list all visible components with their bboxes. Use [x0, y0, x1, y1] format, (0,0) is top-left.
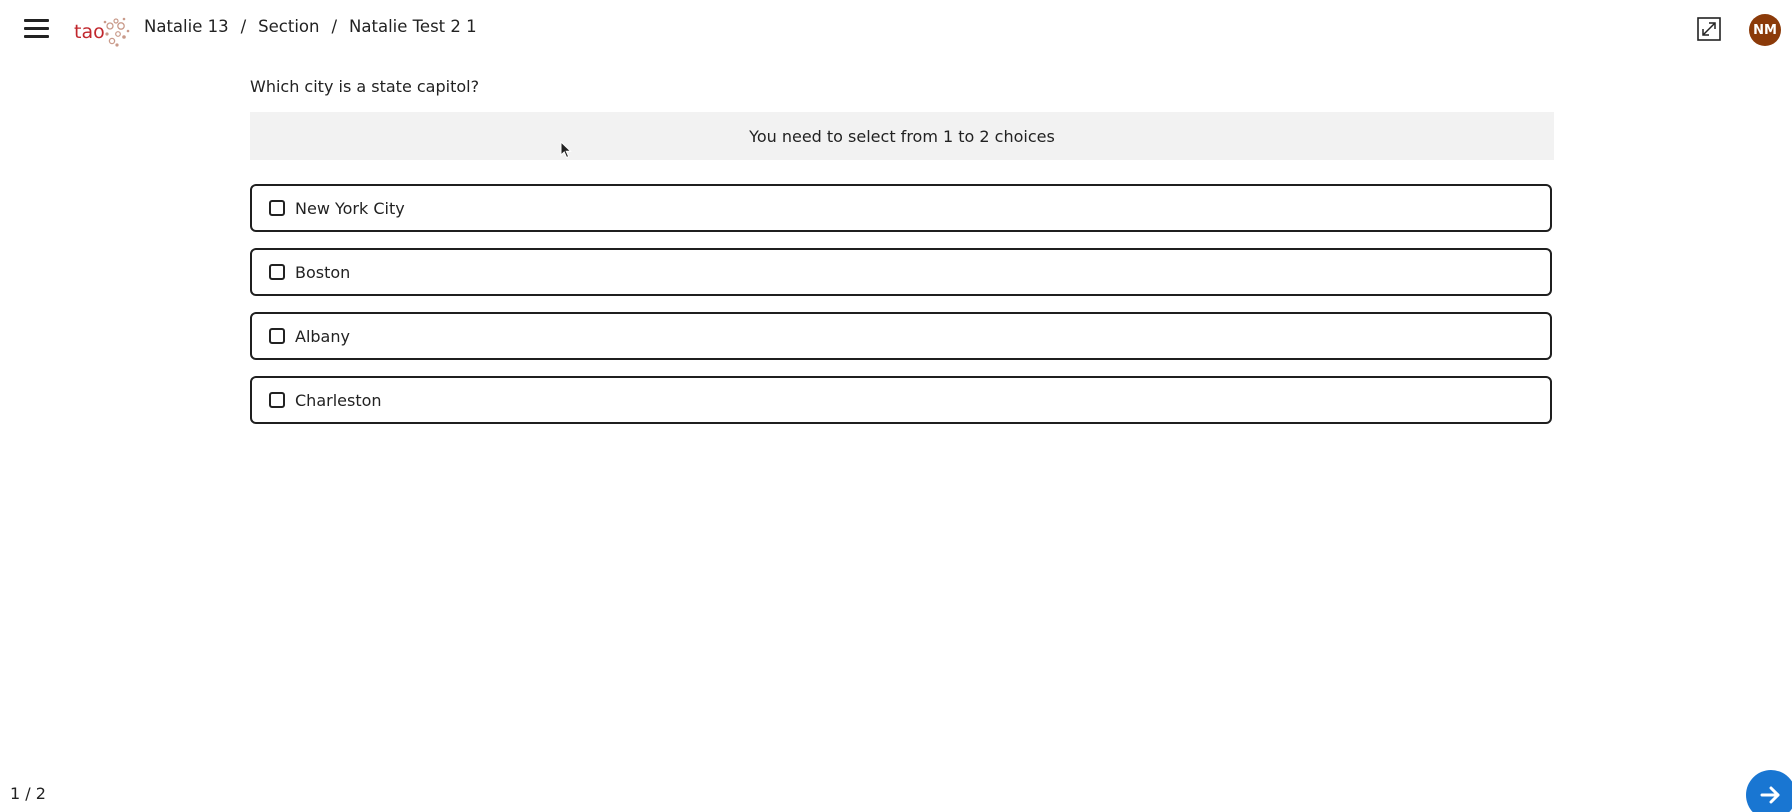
choice-boston[interactable]: Boston [250, 248, 1552, 296]
menu-bar-line [24, 27, 49, 30]
choice-new-york-city[interactable]: New York City [250, 184, 1552, 232]
breadcrumb-separator: / [331, 17, 338, 36]
item-content: Which city is a state capitol? You need … [250, 70, 1554, 440]
breadcrumb-item[interactable]: Natalie Test 2 1 [349, 17, 477, 36]
avatar[interactable]: NM [1749, 14, 1781, 46]
tao-logo[interactable]: tao [72, 10, 132, 50]
checkbox-icon[interactable] [269, 392, 285, 408]
hamburger-menu-icon[interactable] [22, 16, 52, 42]
choice-charleston[interactable]: Charleston [250, 376, 1552, 424]
arrow-right-icon [1760, 786, 1780, 804]
choice-list: New York City Boston Albany Charleston [250, 184, 1554, 424]
checkbox-icon[interactable] [269, 200, 285, 216]
selection-constraint-notice: You need to select from 1 to 2 choices [250, 112, 1554, 160]
breadcrumb-section[interactable]: Section [258, 17, 319, 36]
choice-albany[interactable]: Albany [250, 312, 1552, 360]
header-bar: tao Natalie 13 / Section / Natalie Test … [0, 0, 1792, 58]
expand-icon[interactable] [1696, 16, 1722, 42]
breadcrumb-test[interactable]: Natalie 13 [144, 17, 229, 36]
breadcrumb: Natalie 13 / Section / Natalie Test 2 1 [144, 17, 477, 36]
choice-label: Charleston [295, 390, 382, 410]
checkbox-icon[interactable] [269, 264, 285, 280]
logo-text: tao [74, 21, 105, 43]
menu-bar-line [24, 19, 49, 22]
next-item-button[interactable] [1746, 770, 1792, 812]
menu-bar-line [24, 35, 49, 38]
breadcrumb-separator: / [240, 17, 247, 36]
choice-label: Boston [295, 262, 351, 282]
choice-label: Albany [295, 326, 350, 346]
test-runner-page: tao Natalie 13 / Section / Natalie Test … [0, 0, 1792, 812]
checkbox-icon[interactable] [269, 328, 285, 344]
item-pager: 1 / 2 [10, 784, 46, 803]
question-prompt: Which city is a state capitol? [250, 77, 480, 96]
constraint-text: You need to select from 1 to 2 choices [749, 126, 1055, 146]
choice-label: New York City [295, 198, 405, 218]
